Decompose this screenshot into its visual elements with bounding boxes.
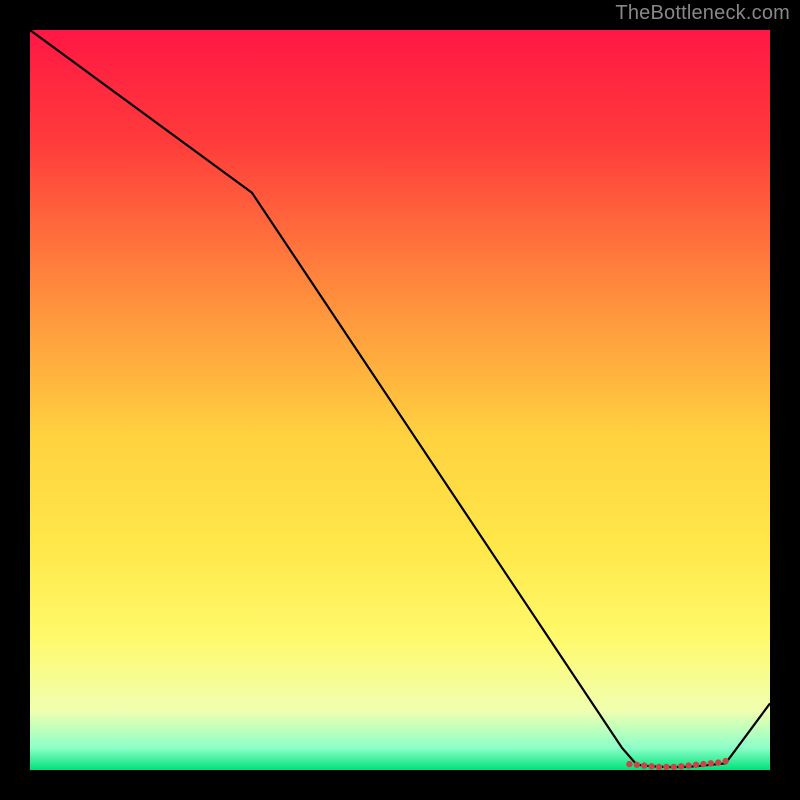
marker-dot (700, 761, 706, 767)
marker-dot (708, 760, 714, 766)
marker-dot (722, 758, 728, 764)
chart-svg (30, 30, 770, 770)
chart-container: TheBottleneck.com (0, 0, 800, 800)
marker-dot (663, 764, 669, 770)
gradient-background (30, 30, 770, 770)
marker-dot (678, 763, 684, 769)
marker-dot (693, 762, 699, 768)
marker-dot (641, 762, 647, 768)
marker-dot (634, 762, 640, 768)
marker-dot (656, 764, 662, 770)
marker-dot (685, 762, 691, 768)
marker-dot (648, 763, 654, 769)
marker-dot (715, 759, 721, 765)
plot-area (30, 30, 770, 770)
marker-dot (671, 764, 677, 770)
watermark-label: TheBottleneck.com (615, 2, 790, 25)
marker-dot (626, 761, 632, 767)
